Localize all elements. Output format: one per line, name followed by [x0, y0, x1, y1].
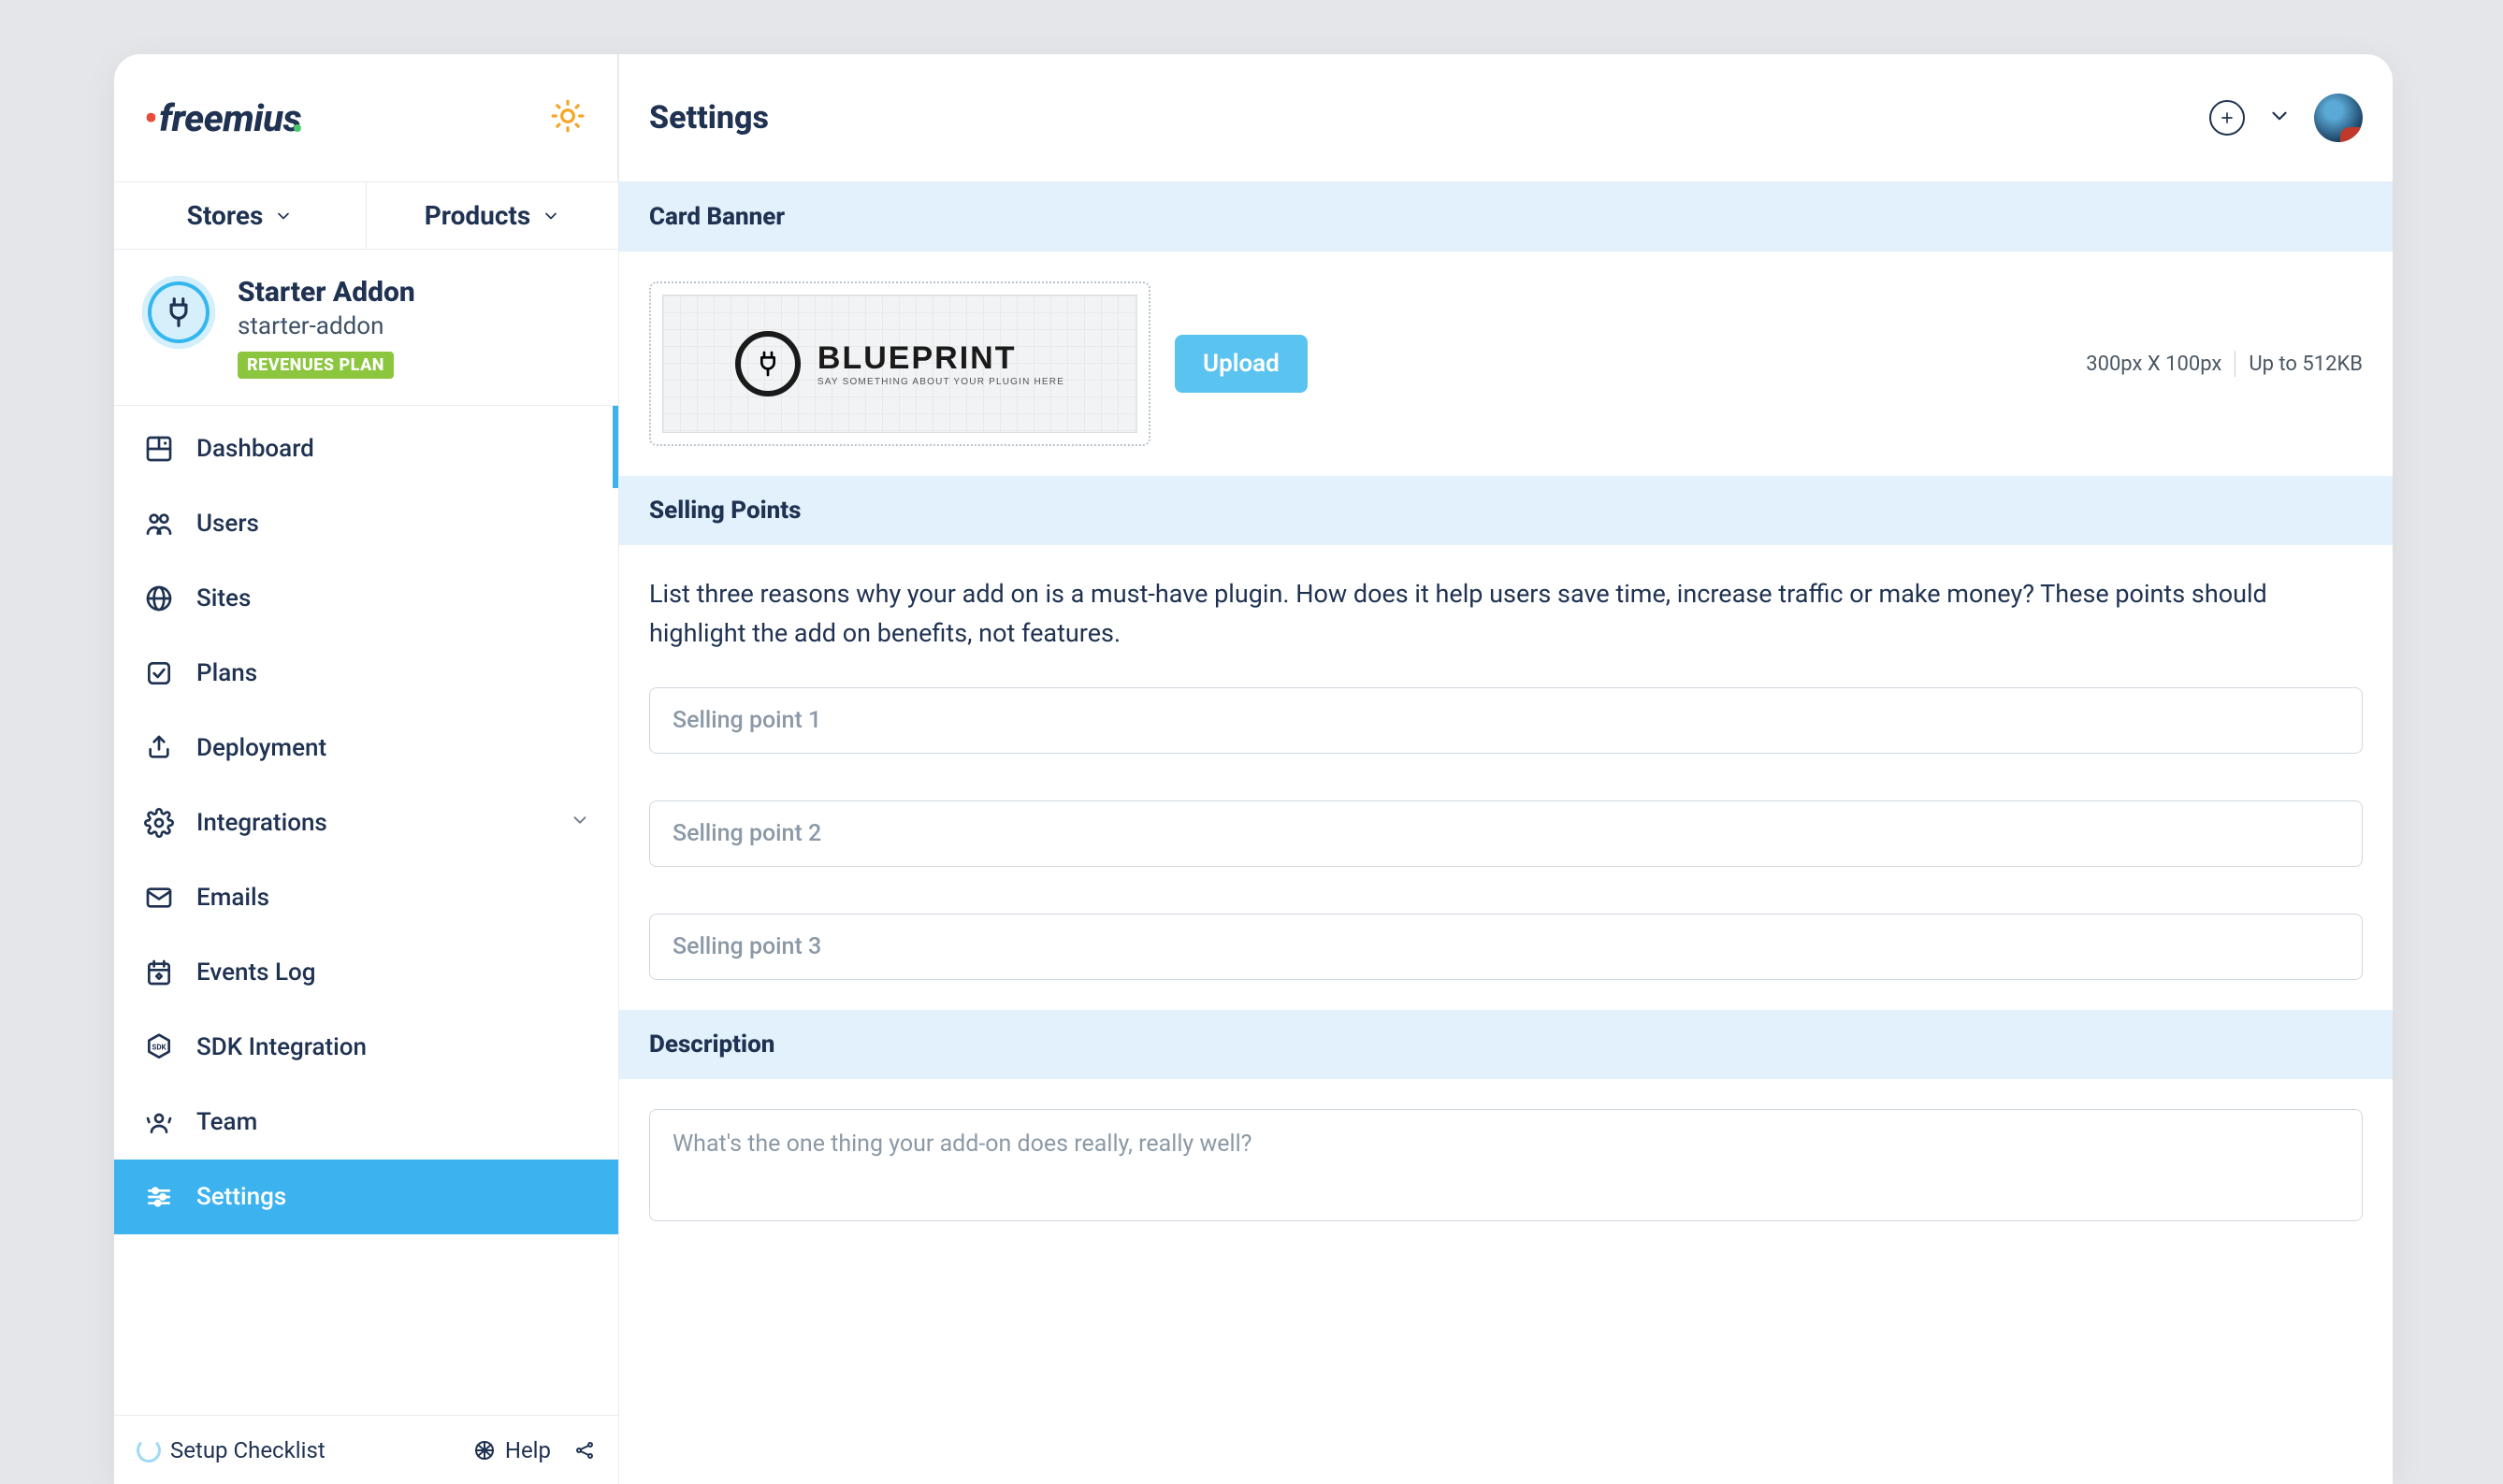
dashboard-icon: [142, 432, 176, 466]
sidebar-item-label: SDK Integration: [196, 1033, 367, 1061]
sidebar-item-label: Plans: [196, 659, 257, 687]
context-selectors: Stores Products: [114, 182, 618, 250]
banner-size-hint: Up to 512KB: [2249, 353, 2363, 376]
logo-dot-green: •: [292, 111, 302, 147]
sidebar-item-label: Events Log: [196, 958, 316, 987]
sidebar-item-emails[interactable]: Emails: [114, 860, 618, 935]
chevron-down-icon: [542, 201, 560, 232]
topbar-actions: [2209, 94, 2363, 142]
sidebar-item-plans[interactable]: Plans: [114, 636, 618, 711]
globe-icon: [142, 582, 176, 615]
help-icon: [473, 1439, 496, 1462]
stores-selector[interactable]: Stores: [114, 182, 366, 249]
help-link[interactable]: Help: [473, 1437, 551, 1463]
banner-dim-hint: 300px X 100px: [2086, 353, 2221, 376]
setup-checklist-label: Setup Checklist: [170, 1437, 326, 1463]
banner-inner: BLUEPRINT SAY SOMETHING ABOUT YOUR PLUGI…: [662, 295, 1137, 433]
progress-ring-icon: [137, 1438, 161, 1462]
sidebar: Stores Products Starter Addon starter-ad: [114, 182, 619, 1484]
add-button[interactable]: [2209, 100, 2245, 136]
upload-button[interactable]: Upload: [1175, 335, 1308, 393]
app-window: •freemius• Settings: [114, 54, 2393, 1484]
selling-point-2-input[interactable]: [649, 800, 2363, 867]
logo[interactable]: •freemius•: [144, 96, 313, 140]
body: Stores Products Starter Addon starter-ad: [114, 182, 2393, 1484]
logo-text: freemius: [159, 96, 301, 140]
product-meta: Starter Addon starter-addon REVENUES PLA…: [238, 276, 415, 379]
topbar-left: •freemius•: [114, 54, 619, 181]
theme-sun-icon[interactable]: [550, 98, 586, 137]
section-description: [619, 1079, 2393, 1255]
sidebar-item-deployment[interactable]: Deployment: [114, 711, 618, 785]
users-icon: [142, 507, 176, 540]
selling-point-1-input[interactable]: [649, 687, 2363, 754]
product-plan-badge: REVENUES PLAN: [238, 352, 394, 379]
topbar-chevron-down-icon[interactable]: [2267, 104, 2292, 132]
chevron-down-icon: [570, 809, 590, 837]
sdk-icon: SDK: [142, 1030, 176, 1064]
section-card-banner: BLUEPRINT SAY SOMETHING ABOUT YOUR PLUGI…: [619, 252, 2393, 476]
sidebar-item-users[interactable]: Users: [114, 486, 618, 561]
sliders-icon: [142, 1180, 176, 1214]
description-input[interactable]: [649, 1109, 2363, 1221]
chevron-down-icon: [274, 201, 293, 232]
products-selector-label: Products: [425, 200, 531, 231]
gear-icon: [142, 806, 176, 840]
section-header-card-banner: Card Banner: [619, 182, 2393, 252]
sidebar-item-label: Users: [196, 510, 259, 538]
sidebar-item-label: Dashboard: [196, 435, 314, 463]
blueprint-title: BLUEPRINT: [817, 340, 1064, 377]
sidebar-item-label: Deployment: [196, 734, 326, 762]
sidebar-item-label: Integrations: [196, 809, 327, 837]
plans-icon: [142, 656, 176, 690]
sidebar-footer: Setup Checklist Help: [114, 1415, 618, 1484]
sidebar-item-sites[interactable]: Sites: [114, 561, 618, 636]
sidebar-item-settings[interactable]: Settings: [114, 1160, 618, 1234]
sidebar-item-integrations[interactable]: Integrations: [114, 785, 618, 860]
blueprint-subtitle: SAY SOMETHING ABOUT YOUR PLUGIN HERE: [817, 377, 1064, 387]
product-plug-icon: [142, 276, 215, 349]
sidebar-item-team[interactable]: Team: [114, 1085, 618, 1160]
banner-hints: 300px X 100px Up to 512KB: [2086, 351, 2363, 377]
deployment-icon: [142, 731, 176, 765]
section-header-description: Description: [619, 1010, 2393, 1079]
topbar: •freemius• Settings: [114, 54, 2393, 182]
page-title: Settings: [649, 99, 769, 137]
setup-checklist-link[interactable]: Setup Checklist: [137, 1437, 326, 1463]
sidebar-item-label: Emails: [196, 884, 269, 912]
mail-icon: [142, 881, 176, 915]
product-title: Starter Addon: [238, 276, 415, 309]
sidebar-item-label: Settings: [196, 1183, 286, 1211]
sidebar-item-label: Sites: [196, 584, 251, 612]
sidebar-nav: Dashboard Users Sites Plans: [114, 406, 618, 1415]
share-link[interactable]: [573, 1439, 596, 1462]
sidebar-item-sdk[interactable]: SDK SDK Integration: [114, 1010, 618, 1085]
selling-points-help: List three reasons why your add on is a …: [649, 575, 2314, 654]
team-icon: [142, 1105, 176, 1139]
products-selector[interactable]: Products: [366, 182, 618, 249]
section-header-selling-points: Selling Points: [619, 476, 2393, 545]
help-label: Help: [505, 1437, 551, 1463]
blueprint-text: BLUEPRINT SAY SOMETHING ABOUT YOUR PLUGI…: [817, 340, 1064, 387]
share-icon: [573, 1439, 596, 1462]
banner-preview[interactable]: BLUEPRINT SAY SOMETHING ABOUT YOUR PLUGI…: [649, 281, 1150, 446]
logo-dot-red: •: [144, 96, 157, 140]
sidebar-item-label: Team: [196, 1108, 257, 1136]
sidebar-item-dashboard[interactable]: Dashboard: [114, 411, 618, 486]
sidebar-item-events-log[interactable]: Events Log: [114, 935, 618, 1010]
topbar-right: Settings: [619, 54, 2393, 181]
calendar-icon: [142, 956, 176, 989]
main-content[interactable]: Card Banner BLUEPRINT SAY SOMETHING ABOU…: [619, 182, 2393, 1484]
avatar[interactable]: [2314, 94, 2363, 142]
stores-selector-label: Stores: [187, 200, 264, 231]
blueprint-plug-icon: [735, 331, 801, 396]
svg-text:SDK: SDK: [152, 1044, 166, 1052]
selling-point-3-input[interactable]: [649, 914, 2363, 980]
product-card: Starter Addon starter-addon REVENUES PLA…: [114, 250, 618, 406]
banner-row: BLUEPRINT SAY SOMETHING ABOUT YOUR PLUGI…: [649, 281, 2363, 446]
product-slug: starter-addon: [238, 312, 415, 340]
section-selling-points: List three reasons why your add on is a …: [619, 545, 2393, 1010]
